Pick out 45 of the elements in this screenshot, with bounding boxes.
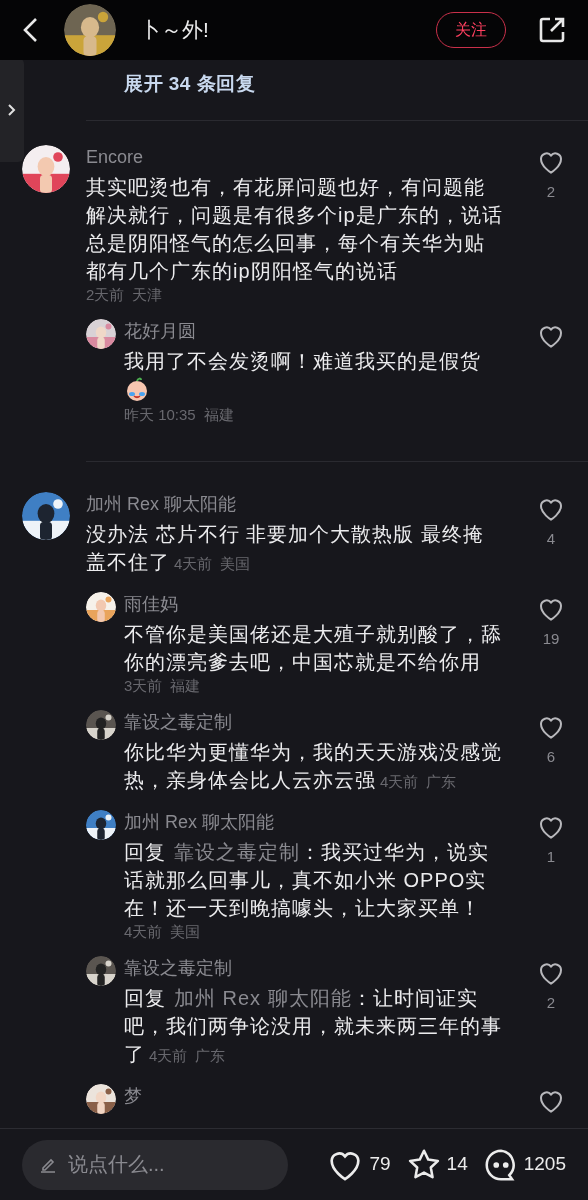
commenter-name[interactable]: 雨佳妈	[124, 592, 531, 616]
commenter-name[interactable]: 梦	[124, 1084, 531, 1108]
comment-text: 没办法 芯片不行 非要加个大散热版 最终掩盖不住了 4天前 美国	[86, 522, 485, 575]
comment-location: 福建	[170, 677, 201, 694]
commenter-name[interactable]: 靠设之毒定制	[124, 956, 531, 980]
comment-time: 4天前	[174, 555, 213, 572]
comment-count: 1205	[523, 1152, 566, 1177]
commenter-name[interactable]: 加州 Rex 聊太阳能	[86, 492, 531, 516]
like-count: 4	[546, 529, 556, 549]
like-count: 79	[369, 1152, 391, 1177]
comment-time: 4天前	[380, 773, 419, 790]
comment-time: 昨天 10:35	[124, 406, 196, 423]
comment-text: 回复 靠设之毒定制：我买过华为，说实话就那么回事儿，真不如小米 OPPO实在！还一天到晚搞噱头，让大家买单！	[124, 840, 490, 921]
comment-input[interactable]: 说点什么...	[22, 1139, 288, 1190]
like-count: 19	[542, 629, 560, 649]
commenter-name[interactable]: 加州 Rex 聊太阳能	[124, 810, 531, 834]
comment-location: 美国	[220, 555, 251, 572]
commenter-name[interactable]: 花好月圆	[124, 319, 531, 343]
commenter-name[interactable]: 靠设之毒定制	[124, 710, 531, 734]
expand-replies-link[interactable]: 展开 34 条回复	[124, 73, 256, 94]
reply-target[interactable]: 加州 Rex 聊太阳能	[174, 987, 352, 1009]
comment-location: 广东	[195, 1047, 226, 1064]
comment-time: 3天前	[124, 677, 163, 694]
reply-target[interactable]: 靠设之毒定制	[174, 841, 300, 863]
comment-text: 回复 加州 Rex 聊太阳能：让时间证实吧，我们两争论没用，就未来两三年的事了 4天前 广东	[124, 986, 503, 1067]
user-name: 卜～外!	[140, 17, 209, 44]
comment-location: 天津	[132, 286, 163, 303]
comment-time: 4天前	[149, 1047, 188, 1064]
share-icon[interactable]	[538, 16, 566, 44]
like-count: 1	[546, 847, 556, 867]
comment-text: 其实吧烫也有，有花屏问题也好，有问题能解决就行，问题是有很多个ip是广东的，说话总是阴阳怪气的怎么回事，每个有关华为贴都有几个广东的ip阴阳怪气的说话	[86, 175, 503, 284]
comment-text: 你比华为更懂华为，我的天天游戏没感觉热，亲身体会比人云亦云强 4天前 广东	[124, 740, 503, 793]
chevron-right-icon	[7, 103, 17, 117]
favorite-count: 14	[446, 1152, 468, 1177]
comment-location: 美国	[170, 923, 201, 940]
comment-time: 4天前	[124, 923, 163, 940]
comment-location: 广东	[426, 773, 457, 790]
like-count: 2	[546, 993, 556, 1013]
comment-time: 2天前	[86, 286, 125, 303]
comment-location: 福建	[203, 406, 234, 423]
like-count: 6	[546, 747, 556, 767]
comment-text: 我用了不会发烫啊！难道我买的是假货	[124, 349, 482, 374]
comment-text: 不管你是美国佬还是大殖子就别酸了，舔你的漂亮爹去吧，中国芯就是不给你用	[124, 622, 503, 675]
commenter-name[interactable]: Encore	[86, 145, 531, 169]
like-count: 2	[546, 182, 556, 202]
